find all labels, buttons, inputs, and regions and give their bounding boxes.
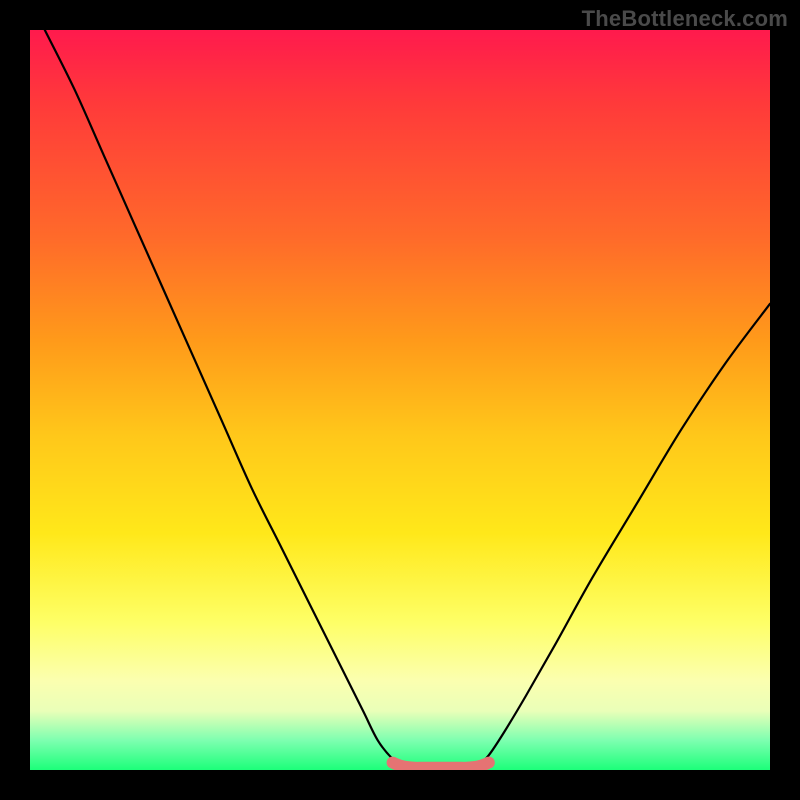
- watermark-text: TheBottleneck.com: [582, 6, 788, 32]
- plot-area: [30, 30, 770, 770]
- curve-layer: [30, 30, 770, 770]
- curve-bottom-highlight: [393, 763, 489, 768]
- outer-frame: TheBottleneck.com: [0, 0, 800, 800]
- curve-right-branch: [478, 304, 770, 767]
- curve-left-branch: [45, 30, 404, 766]
